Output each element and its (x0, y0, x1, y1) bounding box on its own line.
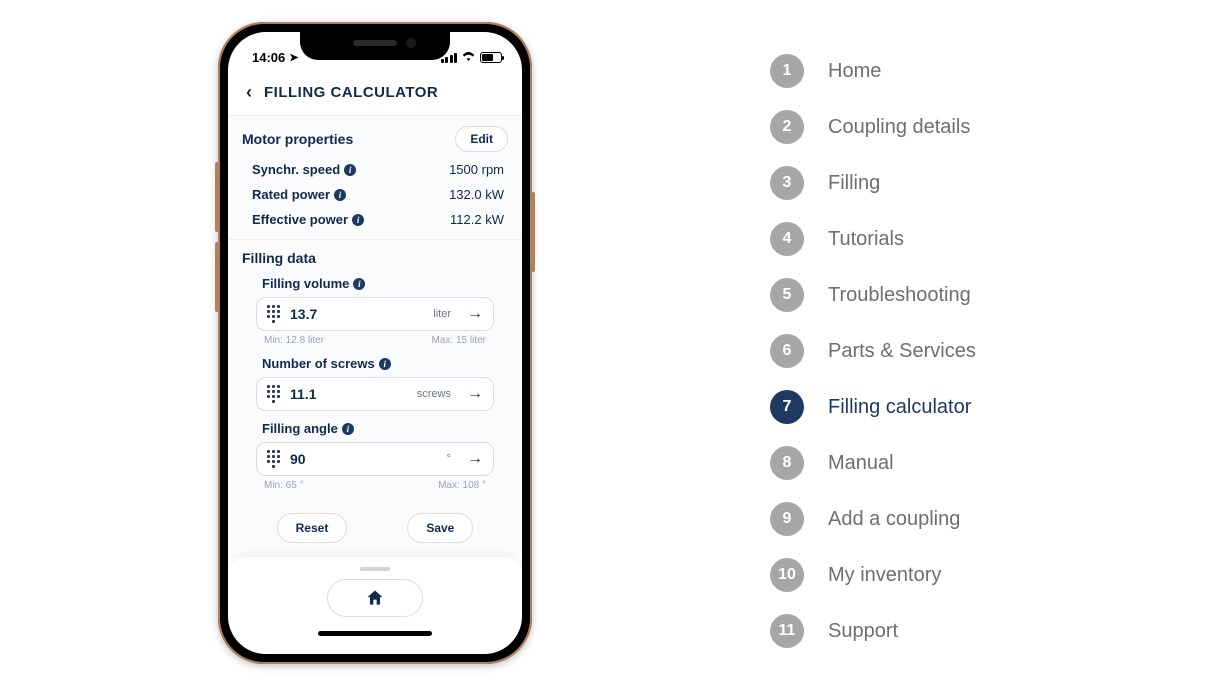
back-icon[interactable]: ‹ (246, 82, 252, 103)
field-label: Filling volume (262, 276, 349, 291)
reset-button[interactable]: Reset (277, 513, 348, 543)
home-button[interactable] (327, 579, 423, 617)
legend-number-badge: 10 (770, 558, 804, 592)
section-title: Motor properties (242, 131, 353, 147)
legend-number-badge: 8 (770, 446, 804, 480)
legend-number-badge: 9 (770, 502, 804, 536)
info-icon[interactable]: i (344, 164, 356, 176)
drag-handle-icon[interactable] (360, 567, 390, 571)
home-indicator (318, 631, 432, 636)
legend-number-badge: 4 (770, 222, 804, 256)
legend-number-badge: 2 (770, 110, 804, 144)
legend-number-badge: 1 (770, 54, 804, 88)
field-value: 11.1 (290, 386, 407, 402)
filling-volume-input[interactable]: 13.7 liter → (256, 297, 494, 331)
legend-label: Home (828, 60, 881, 83)
legend-item[interactable]: 3 Filling (770, 166, 976, 200)
legend-number-badge: 5 (770, 278, 804, 312)
wifi-icon (461, 50, 476, 64)
page-title: FILLING CALCULATOR (264, 84, 438, 101)
prop-row: Rated power i 132.0 kW (242, 183, 508, 208)
legend-number-badge: 11 (770, 614, 804, 648)
arrow-right-icon: → (467, 450, 483, 468)
home-icon (365, 588, 385, 608)
legend-item[interactable]: 2 Coupling details (770, 110, 976, 144)
legend-item[interactable]: 7 Filling calculator (770, 390, 976, 424)
edit-button[interactable]: Edit (455, 126, 508, 152)
info-icon[interactable]: i (353, 278, 365, 290)
legend-label: Troubleshooting (828, 284, 971, 307)
field-min: Min: 65 ° (264, 480, 304, 491)
keypad-icon (267, 385, 280, 403)
legend-label: Parts & Services (828, 340, 976, 363)
info-icon[interactable]: i (334, 189, 346, 201)
field-min: Min: 12.8 liter (264, 335, 324, 346)
prop-value: 1500 rpm (449, 162, 504, 177)
field-value: 13.7 (290, 306, 423, 322)
legend-label: Support (828, 620, 898, 643)
legend-label: Manual (828, 452, 894, 475)
section-title: Filling data (242, 250, 316, 266)
field-unit: screws (417, 388, 451, 400)
prop-row: Effective power i 112.2 kW (242, 208, 508, 233)
legend-label: Tutorials (828, 228, 904, 251)
battery-icon (480, 52, 502, 63)
legend-item[interactable]: 9 Add a coupling (770, 502, 976, 536)
legend-item[interactable]: 6 Parts & Services (770, 334, 976, 368)
legend-label: Add a coupling (828, 508, 960, 531)
legend-item[interactable]: 4 Tutorials (770, 222, 976, 256)
phone-device: 14:06 ➤ ‹ FILLING CALCULATOR (218, 22, 532, 664)
legend-item[interactable]: 11 Support (770, 614, 976, 648)
field-unit: ° (447, 453, 451, 465)
app-header: ‹ FILLING CALCULATOR (228, 76, 522, 116)
clock: 14:06 (252, 50, 285, 65)
legend-label: Filling (828, 172, 880, 195)
prop-value: 132.0 kW (449, 187, 504, 202)
keypad-icon (267, 450, 280, 468)
filling-data-section: Filling data Filling volume i 13.7 liter … (228, 239, 522, 557)
save-button[interactable]: Save (407, 513, 473, 543)
info-icon[interactable]: i (352, 214, 364, 226)
legend-number-badge: 3 (770, 166, 804, 200)
arrow-right-icon: → (467, 305, 483, 323)
field-label: Number of screws (262, 356, 375, 371)
field-value: 90 (290, 451, 437, 467)
legend-label: Coupling details (828, 116, 970, 139)
filling-angle-input[interactable]: 90 ° → (256, 442, 494, 476)
legend-item[interactable]: 5 Troubleshooting (770, 278, 976, 312)
content-scroll[interactable]: Motor properties Edit Synchr. speed i 150… (228, 116, 522, 557)
prop-label: Rated power (252, 187, 330, 202)
field-max: Max: 15 liter (432, 335, 486, 346)
legend-label: Filling calculator (828, 396, 971, 419)
prop-label: Effective power (252, 212, 348, 227)
legend-label: My inventory (828, 564, 941, 587)
location-services-icon: ➤ (289, 51, 298, 64)
prop-value: 112.2 kW (450, 212, 504, 227)
phone-screen: 14:06 ➤ ‹ FILLING CALCULATOR (228, 32, 522, 654)
arrow-right-icon: → (467, 385, 483, 403)
bottom-sheet[interactable] (228, 557, 522, 654)
prop-label: Synchr. speed (252, 162, 340, 177)
legend-number-badge: 7 (770, 390, 804, 424)
legend-item[interactable]: 1 Home (770, 54, 976, 88)
info-icon[interactable]: i (379, 358, 391, 370)
legend-item[interactable]: 10 My inventory (770, 558, 976, 592)
field-unit: liter (433, 308, 451, 320)
legend-number-badge: 6 (770, 334, 804, 368)
keypad-icon (267, 305, 280, 323)
legend-list: 1 Home 2 Coupling details 3 Filling 4 Tutorials… (770, 54, 976, 648)
number-of-screws-input[interactable]: 11.1 screws → (256, 377, 494, 411)
motor-properties-section: Motor properties Edit Synchr. speed i 150… (228, 116, 522, 239)
field-max: Max: 108 ° (438, 480, 486, 491)
prop-row: Synchr. speed i 1500 rpm (242, 158, 508, 183)
legend-item[interactable]: 8 Manual (770, 446, 976, 480)
field-label: Filling angle (262, 421, 338, 436)
info-icon[interactable]: i (342, 423, 354, 435)
